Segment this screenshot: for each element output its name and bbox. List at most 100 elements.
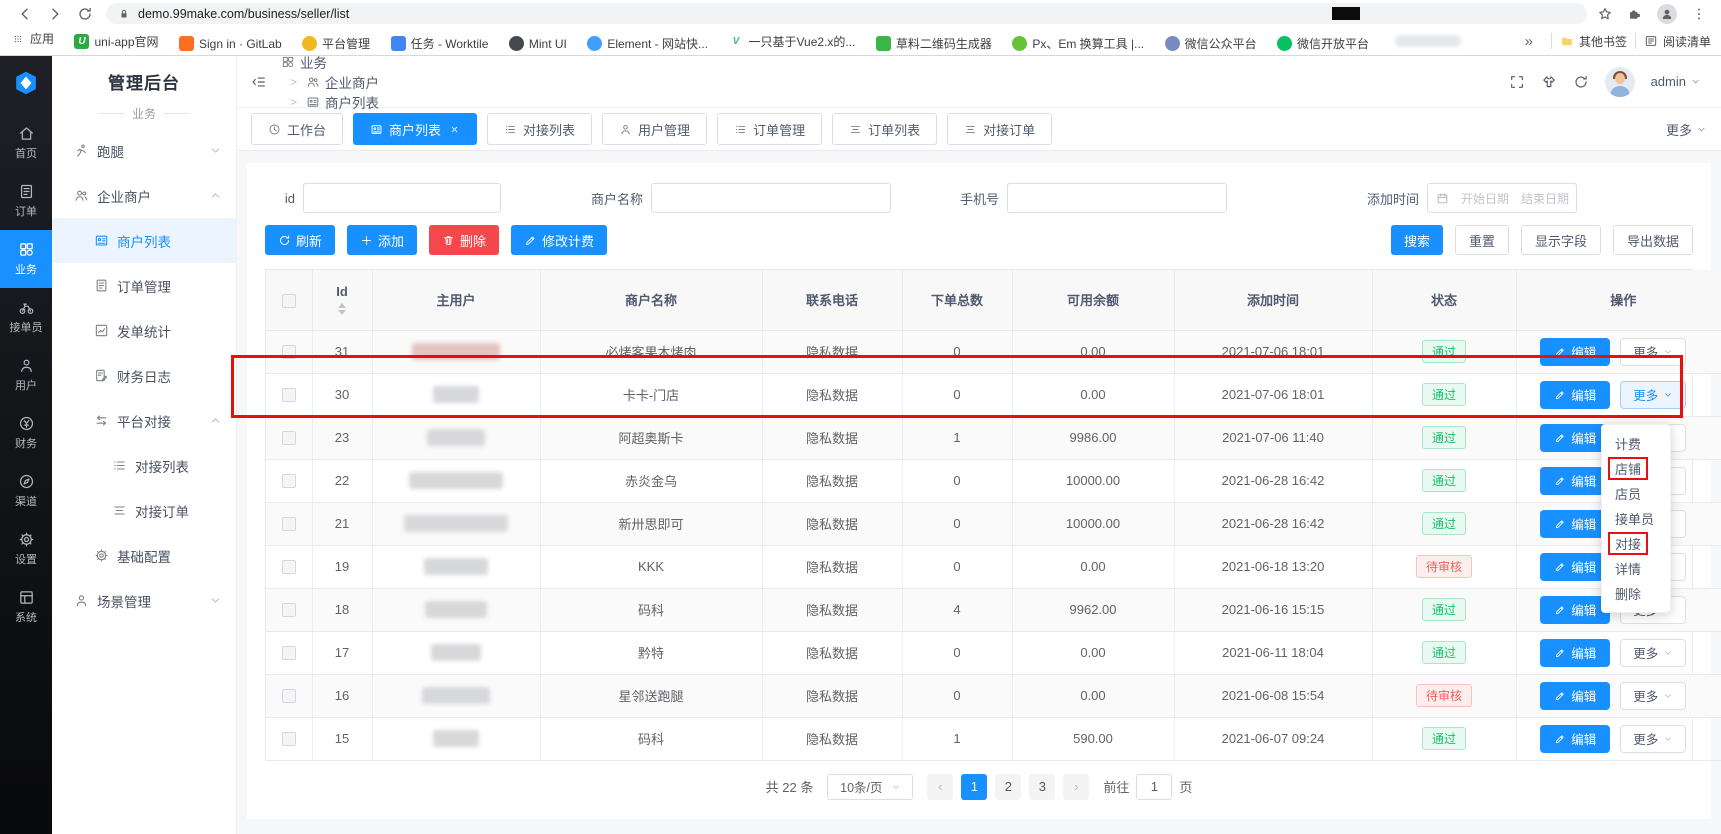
more-button[interactable]: 更多 — [1620, 682, 1686, 710]
sidebar-menu-item[interactable]: 发单统计 — [52, 308, 236, 353]
sidebar-menu-item[interactable]: 商户列表 — [52, 218, 236, 263]
more-button[interactable]: 更多 — [1620, 338, 1686, 366]
edit-button[interactable]: 编辑 — [1540, 381, 1610, 409]
dropdown-item[interactable]: 店员 — [1602, 481, 1670, 506]
sidebar-menu-item[interactable]: 对接订单 — [52, 488, 236, 533]
row-checkbox[interactable] — [282, 560, 296, 574]
page-button[interactable]: 1 — [961, 774, 987, 800]
row-checkbox[interactable] — [282, 345, 296, 359]
edit-button[interactable]: 编辑 — [1540, 639, 1610, 667]
date-range-input[interactable]: 开始日期 结束日期 — [1427, 183, 1577, 213]
rail-item[interactable]: 用户 — [0, 346, 52, 404]
user-avatar[interactable] — [1605, 67, 1635, 97]
export-button[interactable]: 导出数据 — [1613, 225, 1693, 255]
page-button[interactable]: › — [1063, 774, 1089, 800]
bookmark-item[interactable]: U uni-app官网 — [74, 33, 158, 50]
edit-button[interactable]: 编辑 — [1540, 553, 1610, 581]
reset-button[interactable]: 重置 — [1455, 225, 1509, 255]
bookmark-item[interactable]: Sign in · GitLab — [179, 36, 282, 51]
sidebar-menu-item[interactable]: 场景管理 — [52, 578, 236, 623]
refresh-button[interactable]: 刷新 — [265, 225, 335, 255]
bookmark-item[interactable]: Element - 网站快... — [587, 35, 708, 52]
id-filter-input[interactable] — [303, 183, 501, 213]
row-checkbox[interactable] — [282, 603, 296, 617]
edit-button[interactable]: 编辑 — [1540, 725, 1610, 753]
page-size-select[interactable]: 10条/页 — [827, 774, 913, 800]
tabs-more-button[interactable]: 更多 — [1666, 120, 1707, 139]
dropdown-item[interactable]: 对接 — [1602, 531, 1670, 556]
edit-button[interactable]: 编辑 — [1540, 596, 1610, 624]
user-menu[interactable]: admin — [1651, 74, 1701, 89]
bookmark-item[interactable]: 应用 — [10, 30, 54, 47]
dropdown-item[interactable]: 接单员 — [1602, 506, 1670, 531]
edit-button[interactable]: 编辑 — [1540, 424, 1610, 452]
tab[interactable]: 用户管理 — [602, 113, 707, 145]
bookmark-item[interactable]: 平台管理 — [302, 35, 370, 52]
tab[interactable]: 对接列表 — [487, 113, 592, 145]
rail-item[interactable]: 订单 — [0, 172, 52, 230]
more-button[interactable]: 更多 — [1620, 725, 1686, 753]
row-checkbox[interactable] — [282, 517, 296, 531]
edit-button[interactable]: 编辑 — [1540, 510, 1610, 538]
search-button[interactable]: 搜索 — [1391, 225, 1443, 255]
theme-icon[interactable] — [1541, 74, 1557, 90]
rail-item[interactable]: 接单员 — [0, 288, 52, 346]
extensions-puzzle-icon[interactable] — [1627, 6, 1643, 22]
dropdown-item[interactable]: 计费 — [1602, 431, 1670, 456]
add-button[interactable]: 添加 — [347, 225, 417, 255]
tab[interactable]: 订单列表 — [832, 113, 937, 145]
browser-menu-icon[interactable] — [1691, 6, 1707, 22]
sidebar-menu-item[interactable]: 平台对接 — [52, 398, 236, 443]
rail-item[interactable]: 首页 — [0, 114, 52, 172]
other-bookmarks[interactable]: 其他书签 — [1560, 33, 1627, 50]
edit-button[interactable]: 编辑 — [1540, 682, 1610, 710]
tab[interactable]: 工作台 — [251, 113, 343, 145]
tab[interactable]: 商户列表 — [353, 113, 477, 145]
page-button[interactable]: 2 — [995, 774, 1021, 800]
select-all-checkbox[interactable] — [282, 294, 296, 308]
bookmark-star-icon[interactable] — [1597, 6, 1613, 22]
dropdown-item[interactable]: 删除 — [1602, 581, 1670, 606]
page-button[interactable]: 3 — [1029, 774, 1055, 800]
forward-icon[interactable] — [47, 6, 63, 22]
rail-item[interactable]: 渠道 — [0, 462, 52, 520]
delete-button[interactable]: 删除 — [429, 225, 499, 255]
close-icon[interactable] — [449, 124, 460, 135]
breadcrumb-item[interactable]: 商户列表 — [281, 92, 379, 112]
row-checkbox[interactable] — [282, 431, 296, 445]
sidebar-menu-item[interactable]: 订单管理 — [52, 263, 236, 308]
refresh-icon[interactable] — [1573, 74, 1589, 90]
sidebar-menu-item[interactable]: 跑腿 — [52, 128, 236, 173]
reload-icon[interactable] — [77, 6, 93, 22]
sidebar-menu-item[interactable]: 财务日志 — [52, 353, 236, 398]
goto-page-input[interactable] — [1136, 774, 1172, 800]
show-fields-button[interactable]: 显示字段 — [1521, 225, 1601, 255]
rail-item[interactable]: 系统 — [0, 578, 52, 636]
bookmark-item[interactable]: 任务 - Worktile — [391, 35, 489, 52]
more-button[interactable]: 更多 — [1620, 639, 1686, 667]
rail-item[interactable]: 设置 — [0, 520, 52, 578]
bookmark-item[interactable]: 微信公众平台 — [1165, 35, 1257, 52]
sidebar-menu-item[interactable]: 基础配置 — [52, 533, 236, 578]
bookmarks-overflow-chevrons[interactable]: » — [1525, 33, 1533, 50]
bookmark-item[interactable]: 微信开放平台 — [1277, 35, 1369, 52]
rail-item[interactable]: 财务 — [0, 404, 52, 462]
sidebar-collapse-icon[interactable] — [251, 74, 267, 90]
page-button[interactable]: ‹ — [927, 774, 953, 800]
edit-button[interactable]: 编辑 — [1540, 467, 1610, 495]
column-id[interactable]: Id — [336, 284, 348, 301]
dropdown-item[interactable]: 详情 — [1602, 556, 1670, 581]
more-button[interactable]: 更多 — [1620, 381, 1686, 409]
sort-icons[interactable] — [338, 303, 346, 315]
rail-item[interactable]: 业务 — [0, 230, 52, 288]
bookmark-item[interactable]: Px、Em 换算工具 |... — [1012, 35, 1144, 52]
dropdown-item[interactable]: 店铺 — [1602, 456, 1670, 481]
bookmark-item[interactable]: Mint UI — [509, 36, 567, 51]
row-checkbox[interactable] — [282, 474, 296, 488]
edit-button[interactable]: 编辑 — [1540, 338, 1610, 366]
bookmark-item[interactable]: 草料二维码生成器 — [876, 35, 992, 52]
back-icon[interactable] — [17, 6, 33, 22]
phone-filter-input[interactable] — [1007, 183, 1227, 213]
row-checkbox[interactable] — [282, 388, 296, 402]
sidebar-menu-item[interactable]: 企业商户 — [52, 173, 236, 218]
